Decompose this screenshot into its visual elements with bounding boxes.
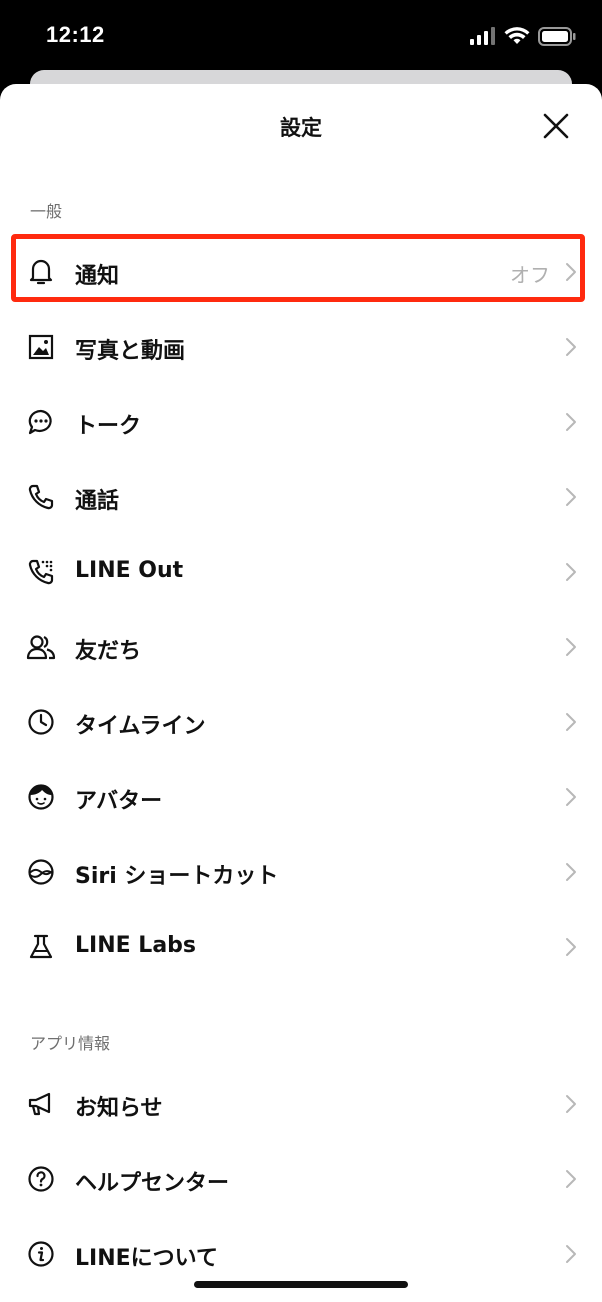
chevron-right-icon bbox=[566, 863, 576, 881]
settings-item-label: トーク bbox=[75, 414, 142, 439]
friends-icon bbox=[26, 632, 56, 662]
settings-item-label: LINE Out bbox=[75, 558, 184, 583]
sheet-header: 設定 bbox=[0, 84, 602, 168]
chevron-right-icon bbox=[566, 338, 576, 356]
flask-icon bbox=[26, 932, 56, 962]
settings-item-friends[interactable]: 友だち bbox=[0, 609, 602, 684]
settings-item-label: 写真と動画 bbox=[75, 339, 186, 364]
settings-item-chats[interactable]: トーク bbox=[0, 384, 602, 459]
avatar-face-icon bbox=[26, 782, 56, 812]
settings-item-label: アバター bbox=[75, 789, 163, 814]
chevron-right-icon bbox=[566, 713, 576, 731]
home-indicator[interactable] bbox=[194, 1281, 408, 1288]
chevron-right-icon bbox=[566, 1095, 576, 1113]
bell-icon bbox=[26, 257, 56, 287]
status-icons bbox=[470, 24, 576, 48]
settings-item-help-center[interactable]: ヘルプセンター bbox=[0, 1141, 602, 1216]
page-title: 設定 bbox=[280, 116, 322, 140]
chevron-right-icon bbox=[566, 638, 576, 656]
settings-item-label: 通話 bbox=[75, 489, 120, 514]
settings-item-label: LINE Labs bbox=[75, 933, 197, 958]
settings-sheet: 設定 一般 通知 オフ 写真と動画 トーク 通話 LINE Out 友だち タイ… bbox=[0, 84, 602, 1302]
chevron-right-icon bbox=[566, 938, 576, 956]
settings-item-line-labs[interactable]: LINE Labs bbox=[0, 909, 602, 984]
clock-icon bbox=[26, 707, 56, 737]
settings-item-label: Siri ショートカット bbox=[75, 864, 279, 889]
settings-item-label: ヘルプセンター bbox=[75, 1171, 230, 1196]
phone-icon bbox=[26, 482, 56, 512]
siri-icon bbox=[26, 857, 56, 887]
chevron-right-icon bbox=[566, 413, 576, 431]
settings-item-about-line[interactable]: LINEについて bbox=[0, 1216, 602, 1291]
settings-item-label: お知らせ bbox=[75, 1096, 163, 1121]
chevron-right-icon bbox=[566, 563, 576, 581]
chevron-right-icon bbox=[566, 488, 576, 506]
chevron-right-icon bbox=[566, 1170, 576, 1188]
settings-item-photos-videos[interactable]: 写真と動画 bbox=[0, 309, 602, 384]
settings-item-label: LINEについて bbox=[75, 1246, 218, 1271]
photo-icon bbox=[26, 332, 56, 362]
megaphone-icon bbox=[26, 1089, 56, 1119]
settings-item-label: 通知 bbox=[75, 264, 120, 289]
settings-item-calls[interactable]: 通話 bbox=[0, 459, 602, 534]
settings-item-siri-shortcuts[interactable]: Siri ショートカット bbox=[0, 834, 602, 909]
chat-bubble-icon bbox=[26, 407, 56, 437]
help-icon bbox=[26, 1164, 56, 1194]
wifi-icon bbox=[504, 26, 530, 44]
chevron-right-icon bbox=[566, 1245, 576, 1263]
close-button[interactable] bbox=[538, 108, 574, 144]
close-icon bbox=[543, 113, 569, 139]
section-label-general: 一般 bbox=[30, 202, 63, 221]
settings-item-line-out[interactable]: LINE Out bbox=[0, 534, 602, 609]
phone-dialpad-icon bbox=[26, 557, 56, 587]
settings-item-timeline[interactable]: タイムライン bbox=[0, 684, 602, 759]
chevron-right-icon bbox=[566, 263, 576, 281]
status-time: 12:12 bbox=[46, 22, 105, 47]
chevron-right-icon bbox=[566, 788, 576, 806]
notifications-status-value: オフ bbox=[510, 263, 550, 287]
status-bar: 12:12 bbox=[0, 0, 602, 70]
cellular-signal-icon bbox=[470, 27, 495, 45]
settings-item-avatar[interactable]: アバター bbox=[0, 759, 602, 834]
battery-icon bbox=[538, 26, 576, 46]
settings-item-notices[interactable]: お知らせ bbox=[0, 1066, 602, 1141]
settings-item-label: タイムライン bbox=[75, 714, 206, 739]
settings-item-notifications[interactable]: 通知 オフ bbox=[0, 234, 602, 309]
section-label-app-info: アプリ情報 bbox=[30, 1034, 111, 1053]
info-icon bbox=[26, 1239, 56, 1269]
settings-item-label: 友だち bbox=[75, 639, 142, 664]
